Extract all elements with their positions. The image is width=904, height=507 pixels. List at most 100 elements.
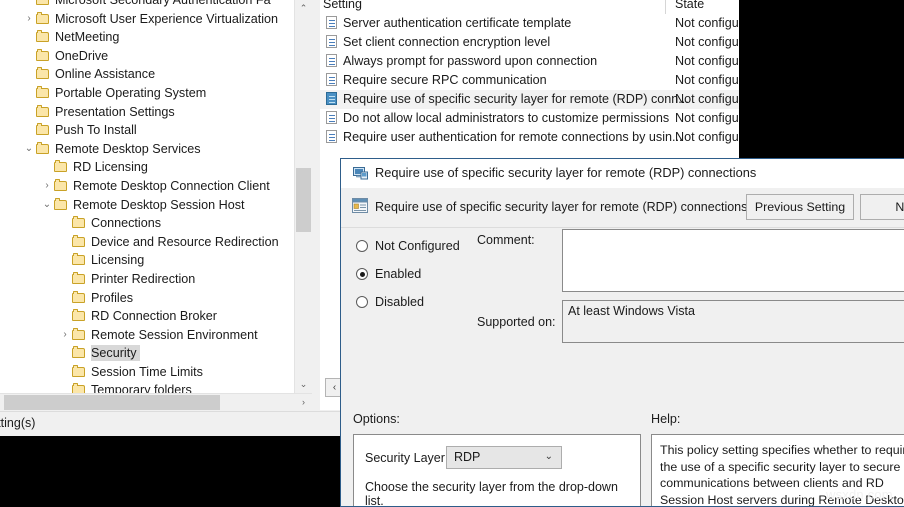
radio-not-configured[interactable]: Not Configured	[356, 239, 460, 253]
tree-scrollbar-thumb[interactable]	[296, 168, 311, 232]
radio-not-configured-indicator[interactable]	[356, 240, 368, 252]
settings-list-row[interactable]: Always prompt for password upon connecti…	[320, 52, 739, 71]
settings-rows[interactable]: Server authentication certificate templa…	[320, 14, 739, 147]
tree-item-push-to-install[interactable]: Push To Install	[0, 121, 312, 140]
settings-list-row[interactable]: Do not allow local administrators to cus…	[320, 109, 739, 128]
column-divider	[665, 0, 666, 14]
scroll-down-icon[interactable]: ⌄	[295, 376, 312, 393]
policy-setting-icon	[326, 92, 337, 105]
folder-icon	[36, 143, 50, 154]
tree-twisty-icon[interactable]: ›	[58, 326, 72, 345]
tree-item-remote-desktop-session-host[interactable]: ⌄Remote Desktop Session Host	[0, 196, 312, 215]
tree-twisty-icon[interactable]: ⌄	[40, 196, 54, 215]
dialog-title: Require use of specific security layer f…	[375, 165, 756, 180]
tree-horizontal-scrollbar[interactable]: ›	[0, 393, 312, 411]
desktop-background-right	[739, 0, 904, 160]
tree-item-label: Microsoft User Experience Virtualization	[55, 11, 281, 27]
policy-setting-dialog: Require use of specific security layer f…	[340, 158, 904, 507]
scroll-right-icon[interactable]: ›	[295, 394, 312, 411]
tree-item-label: Device and Resource Redirection	[91, 234, 282, 250]
tree-item-online-assistance[interactable]: Online Assistance	[0, 65, 312, 84]
tree-item-session-time-limits[interactable]: Session Time Limits	[0, 363, 312, 382]
tree-item-label: RD Connection Broker	[91, 308, 220, 324]
chevron-down-icon[interactable]: ⌄	[545, 451, 553, 462]
tree-hscrollbar-thumb[interactable]	[4, 395, 220, 410]
tree-item-label: Remote Desktop Connection Client	[73, 178, 273, 194]
comment-label: Comment:	[477, 233, 535, 247]
folder-icon	[54, 161, 68, 172]
tree-item-printer-redirection[interactable]: Printer Redirection	[0, 270, 312, 289]
policy-tree[interactable]: Microsoft Secondary Authentication Fa › Mi…	[0, 0, 312, 393]
policy-tree-pane[interactable]: Microsoft Secondary Authentication Fa › Mi…	[0, 0, 312, 393]
folder-icon	[72, 217, 86, 228]
tree-item-rd-licensing[interactable]: RD Licensing	[0, 158, 312, 177]
tree-item-label: Connections	[91, 215, 164, 231]
tree-item-label: Licensing	[91, 252, 147, 268]
folder-icon	[72, 236, 86, 247]
list-column-headers: Setting State	[320, 0, 739, 14]
column-header-setting[interactable]: Setting	[323, 0, 362, 11]
tree-item-microsoft-user-experience-virtualization[interactable]: › Microsoft User Experience Virtualizatio…	[0, 10, 312, 29]
setting-name: Set client connection encryption level	[343, 33, 550, 52]
supported-on-label: Supported on:	[477, 315, 556, 329]
folder-icon	[36, 68, 50, 79]
previous-setting-button[interactable]: Previous Setting	[746, 194, 854, 220]
folder-icon	[36, 0, 50, 5]
radio-disabled-label: Disabled	[375, 295, 424, 309]
tree-item-remote-session-environment[interactable]: ›Remote Session Environment	[0, 326, 312, 345]
tree-twisty-icon[interactable]: ⌄	[22, 140, 36, 159]
tree-item-device-and-resource-redirection[interactable]: Device and Resource Redirection	[0, 233, 312, 252]
tree-item-microsoft-secondary-authentication-fa[interactable]: Microsoft Secondary Authentication Fa	[0, 0, 312, 10]
tree-item-portable-operating-system[interactable]: Portable Operating System	[0, 84, 312, 103]
tree-item-label: Printer Redirection	[91, 271, 198, 287]
setting-state: Not configur	[675, 14, 739, 33]
tree-item-label: Remote Desktop Services	[55, 141, 204, 157]
scroll-up-icon[interactable]: ⌃	[295, 0, 312, 17]
setting-name: Server authentication certificate templa…	[343, 14, 571, 33]
settings-list-row[interactable]: Require use of specific security layer f…	[320, 90, 739, 109]
tree-item-remote-desktop-connection-client[interactable]: › Remote Desktop Connection Client	[0, 177, 312, 196]
tree-item-rd-connection-broker[interactable]: RD Connection Broker	[0, 307, 312, 326]
tree-item-security[interactable]: Security	[0, 344, 312, 363]
policy-setting-icon	[326, 16, 337, 29]
next-setting-button[interactable]: Next S	[860, 194, 904, 220]
settings-list-row[interactable]: Server authentication certificate templa…	[320, 14, 739, 33]
security-layer-dropdown[interactable]: RDP ⌄	[446, 446, 562, 469]
settings-list-row[interactable]: Require user authentication for remote c…	[320, 128, 739, 147]
tree-twisty-icon[interactable]: ›	[40, 177, 54, 196]
dialog-heading: Require use of specific security layer f…	[375, 200, 747, 214]
dialog-title-bar[interactable]: Require use of specific security layer f…	[341, 159, 904, 188]
tree-twisty-icon[interactable]: ›	[22, 10, 36, 29]
settings-list-row[interactable]: Set client connection encryption level No…	[320, 33, 739, 52]
tree-item-onedrive[interactable]: OneDrive	[0, 47, 312, 66]
tree-item-label: Session Time Limits	[91, 364, 206, 380]
radio-enabled-indicator[interactable]	[356, 268, 368, 280]
tree-item-netmeeting[interactable]: NetMeeting	[0, 28, 312, 47]
tree-item-label: Portable Operating System	[55, 85, 209, 101]
radio-disabled-indicator[interactable]	[356, 296, 368, 308]
tree-item-profiles[interactable]: Profiles	[0, 289, 312, 308]
state-and-comment-region: Not Configured Enabled Disabled Comment:…	[341, 228, 904, 364]
tree-vertical-scrollbar[interactable]: ⌃ ⌄	[294, 0, 312, 393]
radio-not-configured-label: Not Configured	[375, 239, 460, 253]
settings-list-row[interactable]: Require secure RPC communicationNot conf…	[320, 71, 739, 90]
tree-item-temporary-folders[interactable]: Temporary folders	[0, 381, 312, 393]
folder-icon	[36, 31, 50, 42]
setting-state: Not configur	[675, 33, 739, 52]
comment-textarea[interactable]	[562, 229, 904, 292]
column-header-state[interactable]: State	[675, 0, 704, 11]
tree-item-label: RD Licensing	[73, 159, 151, 175]
options-panel: Security Layer RDP ⌄ Choose the security…	[353, 434, 641, 507]
policy-setting-icon	[326, 35, 337, 48]
folder-icon	[54, 199, 68, 210]
supported-on-value: At least Windows Vista	[562, 300, 904, 343]
tree-item-presentation-settings[interactable]: Presentation Settings	[0, 103, 312, 122]
folder-icon	[36, 87, 50, 98]
tree-item-connections[interactable]: Connections	[0, 214, 312, 233]
radio-disabled[interactable]: Disabled	[356, 295, 424, 309]
tree-item-remote-desktop-services[interactable]: ⌄ Remote Desktop Services	[0, 140, 312, 159]
tree-item-licensing[interactable]: Licensing	[0, 251, 312, 270]
folder-icon	[36, 124, 50, 135]
tree-item-label: Microsoft Secondary Authentication Fa	[55, 0, 274, 8]
radio-enabled[interactable]: Enabled	[356, 267, 421, 281]
